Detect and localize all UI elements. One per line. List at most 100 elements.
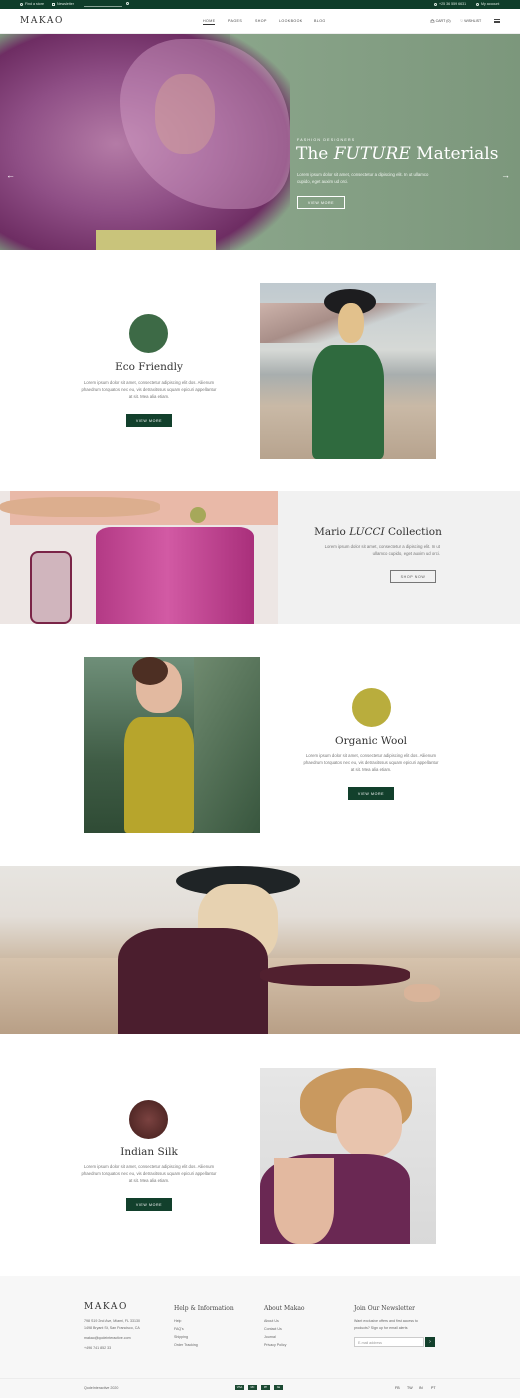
footer-address-2: 1498 Bryant St, San Francisco, CA: [84, 1326, 140, 1330]
silk-photo-face: [336, 1088, 402, 1158]
phone-icon: [434, 2, 437, 6]
wool-swatch: [352, 688, 391, 727]
eco-photo-dress: [312, 345, 384, 459]
search-icon[interactable]: [126, 2, 129, 5]
hero-title-post: Materials: [416, 144, 499, 164]
silk-swatch: [129, 1100, 168, 1139]
footer-journal-link[interactable]: Journal: [264, 1335, 276, 1339]
hero-description: Lorem ipsum dolor sit amet, consectetur …: [297, 172, 429, 184]
newsletter-email-input[interactable]: E-mail address: [354, 1337, 424, 1347]
wishlist-link[interactable]: ♡ WISHLIST: [460, 19, 481, 23]
phone-number: +25 36 559 6631: [439, 2, 467, 6]
wool-view-more-button[interactable]: VIEW MORE: [348, 787, 394, 800]
wool-photo-hair: [132, 657, 168, 685]
footer-about-us-link[interactable]: About Us: [264, 1319, 279, 1323]
mario-description: Lorem ipsum dolor sit amet, consectetur …: [324, 544, 440, 556]
copyright: QodeInteractive 2020: [84, 1386, 119, 1390]
location-pin-icon: [20, 2, 23, 6]
eco-description: Lorem ipsum dolor sit amet, consectetur …: [81, 380, 217, 399]
footer-help-link[interactable]: Help: [174, 1319, 181, 1323]
wool-description: Lorem ipsum dolor sit amet, consectetur …: [303, 753, 439, 772]
account-label: My account: [481, 2, 500, 6]
wishlist-label: WISHLIST: [464, 19, 482, 23]
hero-eyebrow: FASHION DESIGNERS: [297, 138, 356, 142]
visa-icon: VISA: [235, 1385, 244, 1390]
arrow-right-icon: ›: [429, 1339, 431, 1345]
pinterest-link[interactable]: PT: [431, 1386, 436, 1390]
eco-title: Eco Friendly: [115, 361, 183, 373]
main-header: MAKAO HOME PAGES SHOP LOOKBOOK BLOG 👜︎ C…: [0, 9, 520, 34]
eco-swatch: [129, 314, 168, 353]
search-field[interactable]: [84, 6, 122, 7]
hero-title-pre: The: [296, 144, 329, 164]
twitter-link[interactable]: TW: [407, 1386, 413, 1390]
amex-icon: AE: [274, 1385, 283, 1390]
silk-title: Indian Silk: [120, 1146, 178, 1158]
bag-icon: 👜︎: [430, 19, 435, 23]
nav-shop[interactable]: SHOP: [255, 19, 267, 23]
mario-photo-skirt: [96, 527, 254, 624]
nav-pages[interactable]: PAGES: [228, 19, 242, 23]
nav-blog[interactable]: BLOG: [314, 19, 326, 23]
desert-banner-arm: [260, 964, 410, 986]
mario-title-post: Collection: [388, 526, 442, 538]
nav-home[interactable]: HOME: [203, 19, 216, 25]
mario-photo-brooch: [190, 507, 206, 523]
footer-phone[interactable]: +496 741 852 33: [84, 1346, 111, 1350]
footer-newsletter-text-2: products? Sign up for email alerts: [354, 1326, 408, 1330]
mario-title: Mario LUCCI Collection: [308, 526, 448, 538]
silk-photo: [260, 1068, 436, 1244]
footer-email[interactable]: makao@qodeinteractive.com: [84, 1336, 131, 1340]
eco-photo: [260, 283, 436, 459]
magnifier-glyph: [126, 2, 129, 5]
top-bar: Find a store Newsletter +25 36 559 6631 …: [0, 0, 520, 9]
eco-view-more-button[interactable]: VIEW MORE: [126, 414, 172, 427]
desert-banner-hand: [404, 984, 440, 1002]
find-store-link[interactable]: Find a store: [20, 2, 44, 6]
instagram-link[interactable]: IN: [419, 1386, 423, 1390]
mario-shop-now-button[interactable]: SHOP NOW: [390, 570, 436, 583]
newsletter-link[interactable]: Newsletter: [52, 2, 74, 6]
footer-shipping-link[interactable]: Shipping: [174, 1335, 188, 1339]
hero-image-face: [155, 74, 215, 154]
paypal-icon: PP: [261, 1385, 270, 1390]
footer-newsletter-title: Join Our Newsletter: [354, 1305, 415, 1312]
mail-icon: [52, 2, 55, 6]
facebook-link[interactable]: FB: [395, 1386, 400, 1390]
account-link[interactable]: My account: [476, 2, 499, 6]
hero-title-em: FUTURE: [333, 144, 411, 164]
silk-view-more-button[interactable]: VIEW MORE: [126, 1198, 172, 1211]
wool-photo-plants: [194, 657, 260, 833]
newsletter-label: Newsletter: [57, 2, 74, 6]
mario-title-pre: Mario: [314, 526, 346, 538]
cart-link[interactable]: 👜︎ CART (0): [430, 19, 451, 23]
hero-slider: FASHION DESIGNERS The FUTURE Materials L…: [0, 34, 520, 250]
newsletter-submit-button[interactable]: ›: [425, 1337, 435, 1347]
silk-photo-back: [274, 1158, 334, 1244]
hero-view-more-button[interactable]: VIEW MORE: [297, 196, 345, 209]
hero-image-shirt: [96, 230, 216, 250]
nav-lookbook[interactable]: LOOKBOOK: [279, 19, 303, 23]
phone-link[interactable]: +25 36 559 6631: [434, 2, 466, 6]
footer-newsletter-text-1: Want exclusive offers and first access t…: [354, 1319, 418, 1323]
mario-photo-arm: [0, 497, 160, 517]
footer-order-tracking-link[interactable]: Order Tracking: [174, 1343, 198, 1347]
cart-label: CART (0): [435, 19, 451, 23]
menu-icon[interactable]: [494, 19, 500, 23]
footer-logo[interactable]: MAKAO: [84, 1302, 128, 1312]
footer-faq-link[interactable]: FAQ's: [174, 1327, 184, 1331]
hero-title: The FUTURE Materials: [296, 144, 498, 164]
wool-title: Organic Wool: [334, 735, 408, 747]
eco-photo-hair: [338, 303, 364, 343]
site-logo[interactable]: MAKAO: [20, 16, 64, 26]
footer-about-title: About Makao: [264, 1305, 305, 1312]
next-slide-icon[interactable]: →: [501, 170, 510, 180]
footer: [0, 1276, 520, 1378]
mario-photo: [0, 491, 278, 624]
footer-privacy-link[interactable]: Privacy Policy: [264, 1343, 286, 1347]
footer-contact-link[interactable]: Contact Us: [264, 1327, 282, 1331]
prev-slide-icon[interactable]: ←: [6, 170, 15, 180]
heart-icon: ♡: [460, 19, 464, 23]
find-store-label: Find a store: [25, 2, 44, 6]
wool-photo: [84, 657, 260, 833]
